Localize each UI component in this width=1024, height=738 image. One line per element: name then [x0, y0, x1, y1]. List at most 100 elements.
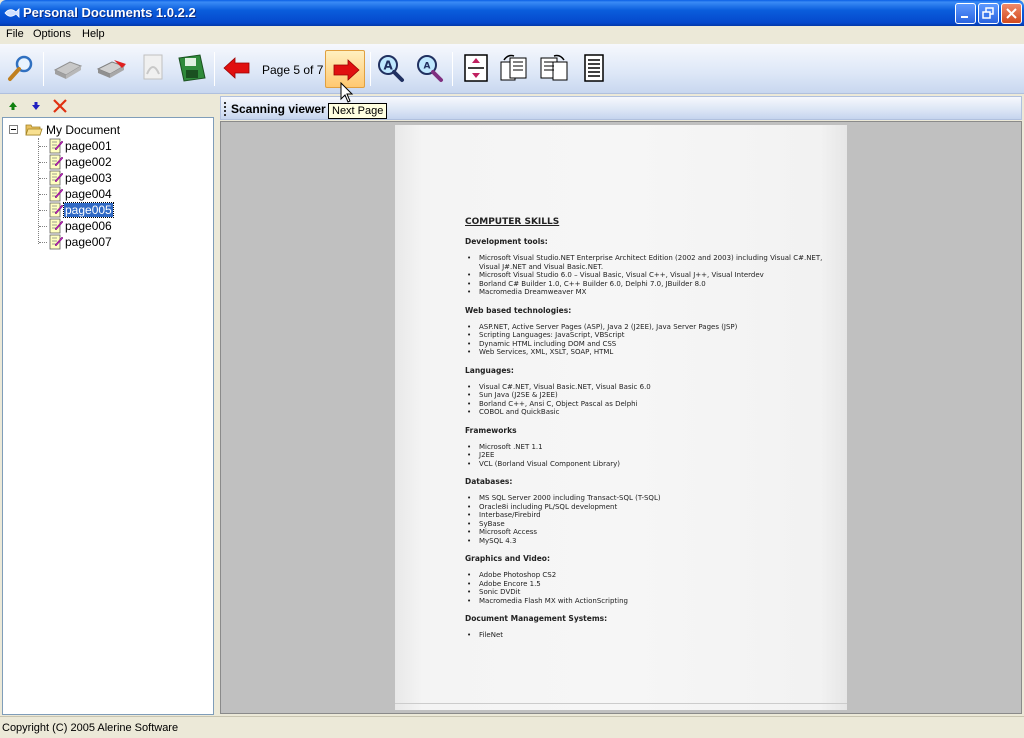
scanned-page-icon	[49, 234, 63, 250]
tree-connector	[39, 146, 47, 147]
rotate-left-button[interactable]	[498, 52, 530, 84]
tree-item-label: page001	[65, 139, 112, 153]
grip-handle[interactable]	[224, 102, 226, 116]
toolbar-separator	[452, 52, 453, 86]
doc-list-item: MS SQL Server 2000 including Transact-SQ…	[467, 494, 835, 503]
rotate-left-icon	[500, 54, 527, 81]
doc-list-item: Sun Java (J2SE & J2EE)	[467, 391, 835, 400]
svg-text:A: A	[384, 59, 394, 73]
toolbar-separator	[370, 52, 371, 86]
scanner-button[interactable]	[52, 52, 84, 84]
doc-section-heading: Web based technologies:	[465, 305, 572, 315]
properties-icon	[584, 54, 604, 82]
zoom-in-button[interactable]: A	[374, 52, 406, 84]
scanned-document: COMPUTER SKILLS Development tools: Micros…	[465, 217, 835, 649]
tree-item-page002[interactable]: page002	[39, 154, 159, 170]
tree-connector	[39, 162, 47, 163]
menu-options[interactable]: Options	[33, 28, 71, 40]
tree-item-label: page003	[65, 171, 112, 185]
doc-section-heading: Document Management Systems:	[465, 614, 608, 623]
tree-item-page007[interactable]: page007	[39, 234, 159, 250]
tree-item-label: page004	[65, 187, 112, 201]
doc-list-item: Dynamic HTML including DOM and CSS	[467, 340, 835, 349]
doc-section: Web based technologies: ASP.NET, Active S…	[465, 306, 835, 357]
previous-page-icon	[223, 57, 250, 79]
scanning-viewer[interactable]: COMPUTER SKILLS Development tools: Micros…	[220, 121, 1022, 714]
doc-list-item: Scripting Languages: JavaScript, VBScrip…	[467, 331, 835, 340]
doc-section: Frameworks Microsoft .NET 1.1J2EEVCL (Bor…	[465, 426, 835, 469]
tree-connector	[39, 178, 47, 179]
fit-page-button[interactable]	[460, 52, 492, 84]
tree-item-label: page002	[65, 155, 112, 169]
close-icon	[1006, 8, 1017, 19]
scanned-page-icon	[49, 186, 63, 202]
app-fish-icon	[4, 8, 20, 18]
next-page-tooltip: Next Page	[328, 103, 388, 119]
menu-bar: File Options Help	[0, 26, 1024, 44]
scanned-page-image: COMPUTER SKILLS Development tools: Micros…	[395, 125, 847, 710]
doc-list-item: J2EE	[467, 451, 835, 460]
window-title: Personal Documents 1.0.2.2	[23, 5, 196, 20]
close-button[interactable]	[1001, 3, 1022, 24]
toolbar-separator	[214, 52, 215, 86]
pdf-button[interactable]	[137, 52, 169, 84]
minimize-button[interactable]	[955, 3, 976, 24]
menu-help[interactable]: Help	[82, 28, 105, 40]
save-icon	[178, 54, 206, 82]
doc-list-item: Microsoft Access	[467, 528, 835, 537]
delete-icon[interactable]	[52, 98, 68, 114]
toolbar: Page 5 of 7 A A	[0, 44, 1024, 94]
doc-list: ASP.NET, Active Server Pages (ASP), Java…	[467, 323, 835, 357]
title-bar: Personal Documents 1.0.2.2	[0, 0, 1024, 26]
doc-list-item: MySQL 4.3	[467, 537, 835, 546]
previous-page-button[interactable]	[221, 52, 253, 84]
save-button[interactable]	[176, 52, 208, 84]
doc-list: Visual C#.NET, Visual Basic.NET, Visual …	[467, 383, 835, 417]
tree-item-label: page005	[63, 202, 114, 218]
scanned-page-icon	[49, 138, 63, 154]
rotate-right-icon	[540, 54, 568, 81]
collapse-icon[interactable]	[9, 125, 18, 134]
minimize-icon	[961, 16, 968, 18]
doc-section-heading: Graphics and Video:	[465, 554, 550, 563]
tree-item-page005[interactable]: page005	[39, 202, 159, 218]
menu-file[interactable]: File	[6, 28, 24, 40]
mouse-cursor-icon	[340, 82, 354, 103]
tree-item-page003[interactable]: page003	[39, 170, 159, 186]
tree-item-page004[interactable]: page004	[39, 186, 159, 202]
status-bar: Copyright (C) 2005 Alerine Software	[0, 716, 1024, 738]
zoom-out-button[interactable]: A	[413, 52, 445, 84]
tree-connector	[39, 194, 47, 195]
doc-section: Languages: Visual C#.NET, Visual Basic.NE…	[465, 366, 835, 417]
doc-list-item: Interbase/Firebird	[467, 511, 835, 520]
open-folder-icon	[25, 124, 43, 136]
doc-section-heading: Development tools:	[465, 237, 548, 246]
search-button[interactable]	[5, 52, 37, 84]
page-indicator: Page 5 of 7	[262, 63, 324, 77]
tree-toolbar	[0, 95, 215, 117]
maximize-button[interactable]	[978, 3, 999, 24]
doc-list-item: Sonic DVDit	[467, 588, 835, 597]
svg-text:A: A	[424, 62, 431, 72]
maximize-icon	[982, 7, 994, 19]
doc-list-item: Adobe Photoshop CS2	[467, 571, 835, 580]
copyright-text: Copyright (C) 2005 Alerine Software	[2, 722, 179, 734]
tree-item-page006[interactable]: page006	[39, 218, 159, 234]
move-up-icon[interactable]	[5, 98, 21, 114]
doc-list: FileNet	[467, 631, 835, 640]
scan-to-printer-icon	[96, 60, 126, 78]
scan-to-printer-button[interactable]	[96, 52, 128, 84]
properties-button[interactable]	[578, 52, 610, 84]
tree-connector	[39, 210, 47, 211]
rotate-right-button[interactable]	[538, 52, 570, 84]
doc-list-item: Borland C++, Ansi C, Object Pascal as De…	[467, 400, 835, 409]
tree-item-page001[interactable]: page001	[39, 138, 159, 154]
doc-list-item: Adobe Encore 1.5	[467, 580, 835, 589]
doc-list-item: Microsoft Visual Studio.NET Enterprise A…	[467, 254, 835, 271]
doc-list-item: Microsoft .NET 1.1	[467, 443, 835, 452]
doc-list-item: Macromedia Flash MX with ActionScripting	[467, 597, 835, 606]
pdf-icon	[143, 54, 163, 80]
move-down-icon[interactable]	[28, 98, 44, 114]
scan-edge	[395, 703, 847, 704]
tree-root-label: My Document	[46, 123, 121, 137]
